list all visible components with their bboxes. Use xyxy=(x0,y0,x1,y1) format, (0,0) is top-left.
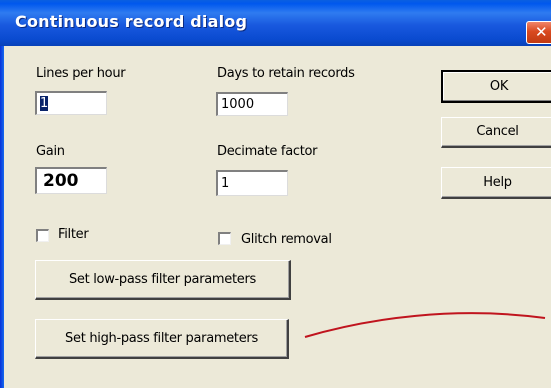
annotation-curve xyxy=(304,312,546,338)
annotation-line xyxy=(304,312,546,338)
